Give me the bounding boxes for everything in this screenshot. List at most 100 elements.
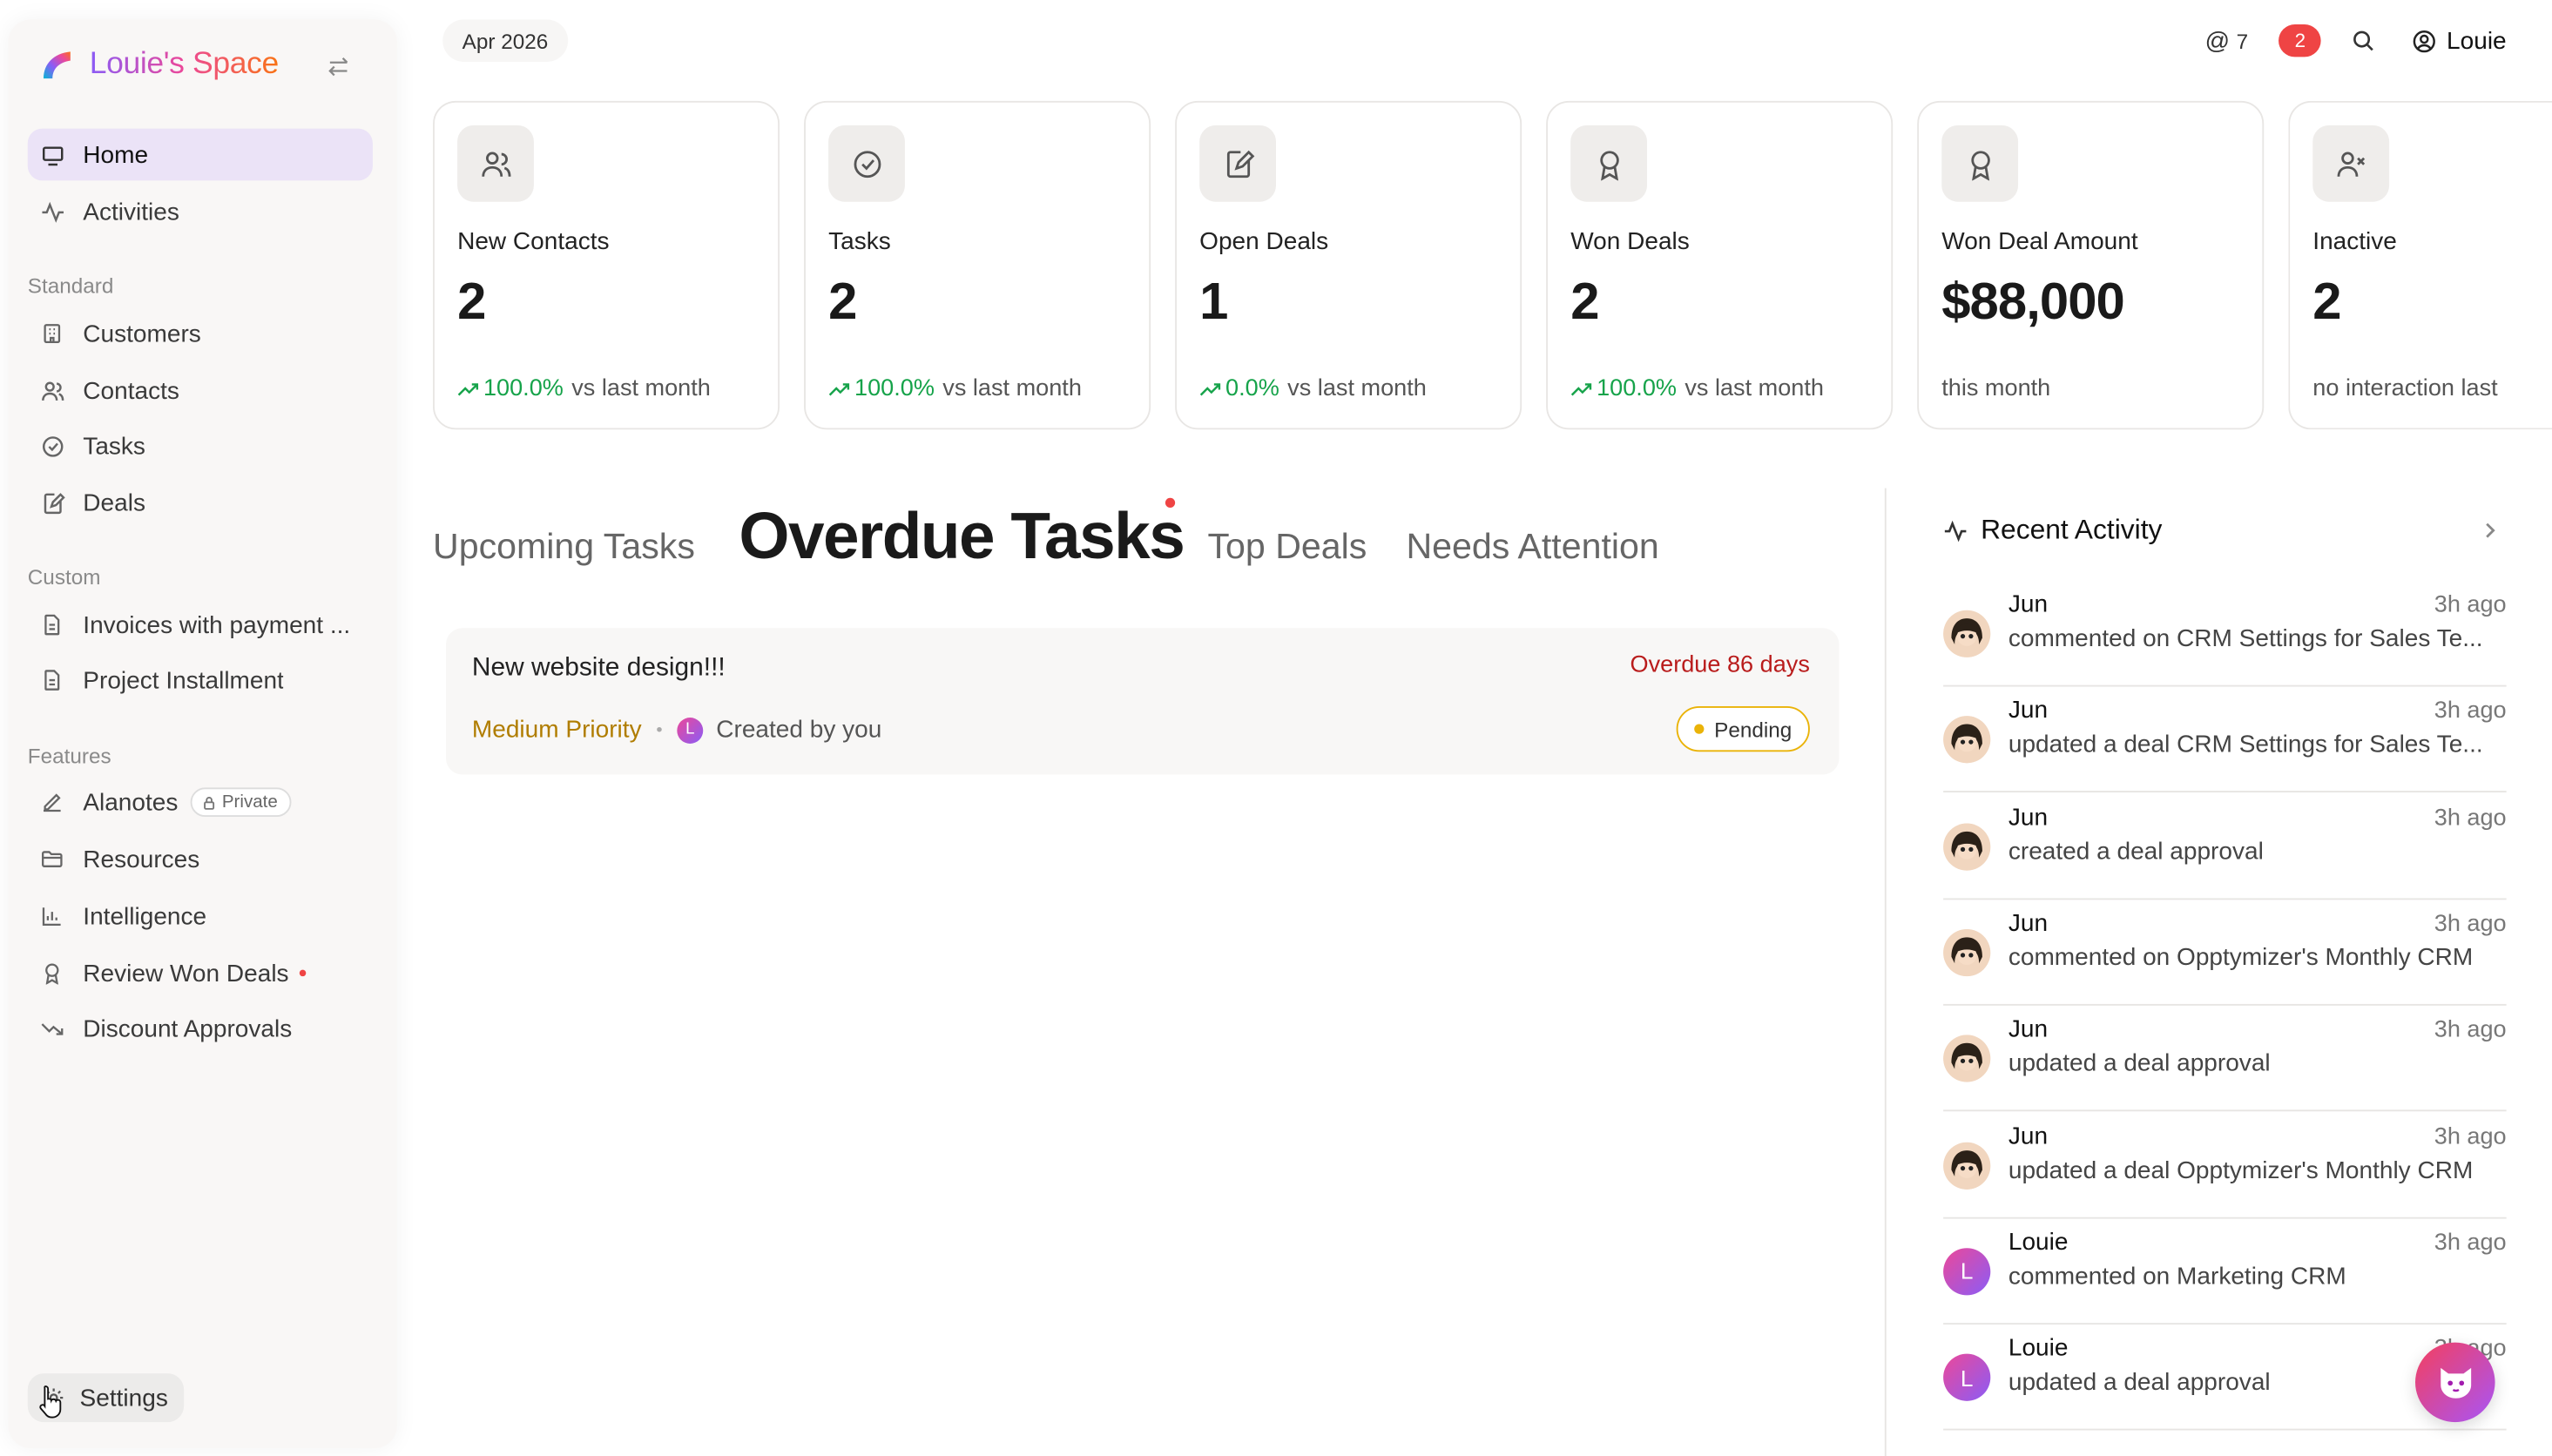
activity-item[interactable]: Jun 3h ago updated a deal CRM Settings for… xyxy=(1943,687,2507,793)
activity-item[interactable]: Jun 3h ago created a deal approval xyxy=(1943,793,2507,900)
activity-timestamp: 3h ago xyxy=(2434,592,2507,619)
tab-overdue-tasks[interactable]: Overdue Tasks xyxy=(739,502,1185,575)
sidebar-item-tasks[interactable]: Tasks xyxy=(28,420,373,472)
avatar: L xyxy=(677,717,704,744)
section-heading-custom: Custom xyxy=(27,564,101,590)
stat-value: 1 xyxy=(1199,272,1228,331)
activity-description: commented on Marketing CRM xyxy=(2008,1262,2346,1291)
sidebar-item-label: Home xyxy=(83,140,149,169)
stat-card-open-deals[interactable]: Open Deals 1 0.0% vs last month xyxy=(1175,100,1522,430)
sidebar-item-activities[interactable]: Activities xyxy=(28,185,373,238)
task-created-by: Created by you xyxy=(716,716,882,744)
notifications-badge[interactable]: 2 xyxy=(2279,24,2322,57)
stat-value: $88,000 xyxy=(1941,272,2125,331)
trending-up-icon xyxy=(1199,382,1221,395)
sidebar-item-label: Deals xyxy=(83,489,145,517)
award-icon xyxy=(1570,125,1648,202)
stat-footer: 100.0% vs last month xyxy=(1570,376,1824,402)
tab-needs-attention[interactable]: Needs Attention xyxy=(1406,526,1658,569)
stat-footer: no interaction last xyxy=(2312,375,2498,402)
folder-icon xyxy=(39,846,65,873)
avatar: L xyxy=(1943,1353,1991,1402)
trend-up: 0.0% xyxy=(1199,376,1279,402)
activity-description: updated a deal approval xyxy=(2008,1049,2271,1078)
tab-upcoming-tasks[interactable]: Upcoming Tasks xyxy=(433,526,695,569)
sidebar-item-deals[interactable]: Deals xyxy=(28,476,373,529)
recent-activity-title: Recent Activity xyxy=(1981,514,2163,545)
sidebar-item-alanotes[interactable]: Alanotes Private xyxy=(28,776,373,828)
sidebar-item-label: Intelligence xyxy=(83,902,207,930)
sidebar-item-project-installment[interactable]: Project Installment xyxy=(28,654,373,706)
month-selector[interactable]: Apr 2026 xyxy=(442,19,568,63)
tab-top-deals[interactable]: Top Deals xyxy=(1208,526,1367,569)
stat-card-won-deals[interactable]: Won Deals 2 100.0% vs last month xyxy=(1546,100,1894,430)
sidebar-item-label: Contacts xyxy=(83,376,179,405)
status-badge[interactable]: Pending xyxy=(1677,705,1810,752)
sidebar-item-invoices[interactable]: Invoices with payment ... xyxy=(28,599,373,651)
stat-title: New Contacts xyxy=(457,227,610,256)
file-edit-icon xyxy=(1199,125,1276,202)
stat-change-suffix: vs last month xyxy=(1684,375,1824,402)
avatar xyxy=(1943,1035,1991,1082)
stat-change: 0.0% xyxy=(1225,375,1279,402)
search-icon[interactable] xyxy=(2351,28,2377,54)
assistant-chat-button[interactable] xyxy=(2415,1342,2495,1423)
stat-card-new-contacts[interactable]: New Contacts 2 100.0% vs last month xyxy=(433,100,780,430)
sidebar-item-contacts[interactable]: Contacts xyxy=(28,365,373,417)
workspace-brand[interactable]: Louie's Space xyxy=(39,47,279,83)
sidebar-item-review-won-deals[interactable]: Review Won Deals xyxy=(28,947,373,1000)
task-title: New website design!!! xyxy=(471,654,726,682)
meta-separator: • xyxy=(656,719,663,740)
sidebar-item-label: Customers xyxy=(83,320,201,347)
user-circle-icon xyxy=(2414,30,2436,52)
activity-timestamp: 3h ago xyxy=(2434,1230,2507,1257)
avatar xyxy=(1943,610,1991,657)
bar-chart-icon xyxy=(39,903,65,929)
user-menu[interactable]: Louie xyxy=(2413,27,2507,55)
activity-user-name: Jun xyxy=(2008,590,2049,619)
task-overdue-label: Overdue 86 days xyxy=(1630,652,1810,679)
mentions-button[interactable]: @ 7 xyxy=(2205,27,2248,55)
activity-user-name: Jun xyxy=(2008,1015,2049,1044)
section-heading-features: Features xyxy=(27,743,111,768)
sidebar-item-intelligence[interactable]: Intelligence xyxy=(28,890,373,942)
stat-value: 2 xyxy=(1570,272,1599,331)
sidebar-item-label: Activities xyxy=(83,198,179,226)
activity-timestamp: 3h ago xyxy=(2434,1123,2507,1150)
activity-timestamp: 3h ago xyxy=(2434,911,2507,938)
activity-description: updated a deal CRM Settings for Sales Te… xyxy=(2008,731,2483,759)
activity-item[interactable]: L Louie 3h ago commented on Marketing CRM xyxy=(1943,1218,2507,1325)
unread-dot xyxy=(300,969,307,977)
sidebar-item-resources[interactable]: Resources xyxy=(28,833,373,886)
trending-up-icon xyxy=(828,382,850,395)
stat-card-inactive[interactable]: Inactive 2 no interaction last xyxy=(2288,100,2552,430)
chevron-right-icon[interactable] xyxy=(2477,517,2503,543)
building-icon xyxy=(39,320,65,347)
stat-card-won-deal-amount[interactable]: Won Deal Amount $88,000 this month xyxy=(1917,100,2265,430)
activity-timestamp: 3h ago xyxy=(2434,1017,2507,1044)
stat-title: Won Deal Amount xyxy=(1941,227,2138,256)
sidebar-item-home[interactable]: Home xyxy=(27,128,373,181)
activity-item[interactable]: Jun 3h ago updated a deal Opptymizer's Mon… xyxy=(1943,1112,2507,1218)
sidebar-item-label: Project Installment xyxy=(83,666,284,694)
sidebar-item-customers[interactable]: Customers xyxy=(28,307,373,360)
activity-user-name: Jun xyxy=(2008,909,2049,938)
avatar xyxy=(1943,822,1991,870)
trending-up-icon xyxy=(457,382,479,395)
stat-card-tasks[interactable]: Tasks 2 100.0% vs last month xyxy=(804,100,1151,430)
settings-label: Settings xyxy=(79,1384,168,1412)
activity-item[interactable]: Jun 3h ago commented on CRM Settings for S… xyxy=(1943,581,2507,687)
trend-up: 100.0% xyxy=(828,376,935,402)
task-card[interactable]: New website design!!! Overdue 86 days Me… xyxy=(445,628,1840,775)
stat-title: Inactive xyxy=(2312,227,2397,256)
stat-title: Tasks xyxy=(828,227,891,256)
activity-description: updated a deal approval xyxy=(2008,1368,2271,1397)
sidebar-item-discount-approvals[interactable]: Discount Approvals xyxy=(28,1002,373,1055)
stat-change: 100.0% xyxy=(1597,375,1678,402)
sidebar-item-label: Tasks xyxy=(83,432,145,460)
at-sign-icon: @ xyxy=(2204,26,2231,55)
activity-item[interactable]: Jun 3h ago commented on Opptymizer's Month… xyxy=(1943,900,2507,1006)
collapse-sidebar-icon[interactable] xyxy=(322,51,354,83)
panel-divider xyxy=(1884,488,1887,1456)
activity-item[interactable]: Jun 3h ago updated a deal approval xyxy=(1943,1006,2507,1112)
